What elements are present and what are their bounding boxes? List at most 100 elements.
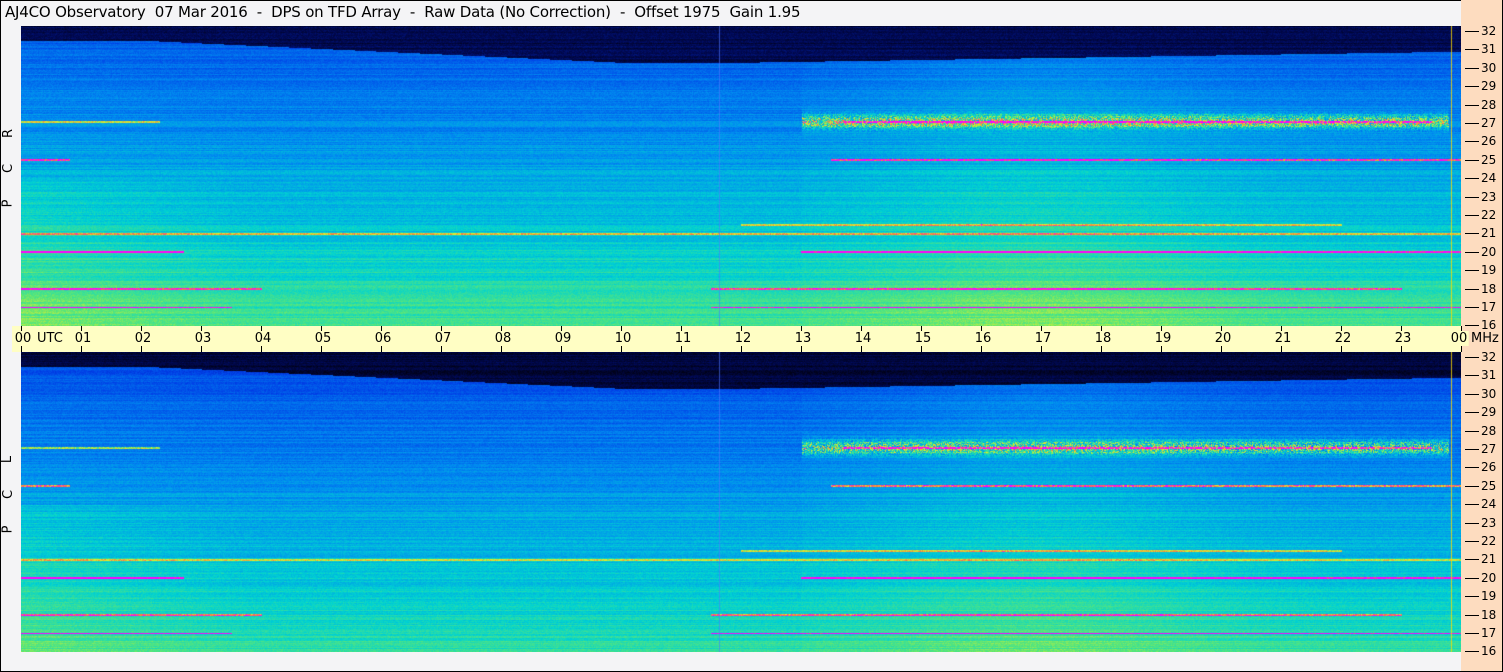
time-tick-label: 13: [793, 331, 813, 346]
freq-tick: [1465, 233, 1479, 235]
freq-tick-label: 16: [1481, 644, 1497, 659]
freq-tick-label: 18: [1481, 607, 1497, 622]
freq-tick-label: 30: [1481, 60, 1497, 75]
freq-tick: [1465, 251, 1479, 253]
freq-tick: [1465, 196, 1479, 198]
freq-tick: [1465, 577, 1479, 579]
freq-tick-label: 29: [1481, 405, 1497, 420]
time-tick-label: 00: [13, 331, 33, 346]
time-tick-label: 03: [193, 331, 213, 346]
freq-tick: [1465, 86, 1479, 88]
freq-tick-label: 28: [1481, 423, 1497, 438]
freq-tick: [1465, 123, 1479, 124]
freq-tick-label: 16: [1481, 318, 1497, 333]
freq-tick-label: 18: [1481, 281, 1497, 296]
freq-tick: [1465, 596, 1479, 598]
time-tick-label: 16: [973, 331, 993, 346]
freq-tick-label: 30: [1481, 386, 1497, 401]
freq-tick-label: 22: [1481, 208, 1497, 222]
freq-tick: [1465, 288, 1479, 290]
time-tick-label: 02: [133, 331, 153, 346]
freq-tick: [1465, 307, 1479, 308]
freq-tick: [1465, 651, 1479, 653]
freq-tick: [1465, 485, 1479, 487]
freq-tick: [1465, 375, 1479, 377]
freq-tick: [1465, 270, 1479, 272]
freq-tick: [1465, 215, 1479, 216]
freq-tick: [1465, 357, 1479, 358]
mhz-label: MHz: [1471, 331, 1499, 346]
freq-tick: [1465, 325, 1479, 327]
polarization-label: C: [1, 489, 17, 500]
time-axis: 00 01 02 03 04 05 06 07 08 09 10 11 12 13 14 15 16 17 18 19…: [12, 326, 1469, 352]
freq-tick-label: 17: [1481, 626, 1497, 640]
freq-tick-label: 20: [1481, 244, 1497, 259]
time-tick-label: 09: [553, 331, 573, 346]
freq-tick: [1465, 633, 1479, 634]
utc-label: UTC: [37, 331, 63, 346]
freq-tick-label: 27: [1481, 442, 1497, 456]
time-tick-label: 07: [433, 331, 453, 346]
freq-tick: [1465, 393, 1479, 395]
time-tick-label: 21: [1273, 331, 1293, 346]
freq-tick: [1465, 141, 1479, 143]
freq-tick-label: 24: [1481, 497, 1497, 512]
freq-tick: [1465, 178, 1479, 180]
freq-tick-label: 32: [1481, 350, 1497, 364]
time-tick-label: 18: [1093, 331, 1113, 346]
polarization-label: C: [1, 163, 17, 174]
freq-tick-label: 28: [1481, 97, 1497, 112]
time-tick-label: 17: [1033, 331, 1053, 346]
freq-tick: [1465, 449, 1479, 450]
freq-tick-label: 25: [1481, 478, 1497, 493]
freq-tick: [1465, 159, 1479, 161]
freq-tick-label: 17: [1481, 300, 1497, 314]
time-tick-label: 01: [73, 331, 93, 346]
freq-tick: [1465, 104, 1479, 106]
freq-tick: [1465, 559, 1479, 561]
freq-tick-label: 22: [1481, 534, 1497, 548]
freq-tick: [1465, 430, 1479, 432]
time-tick-label: 08: [493, 331, 513, 346]
time-tick-label: 23: [1393, 331, 1413, 346]
chart-title: AJ4CO Observatory 07 Mar 2016 - DPS on T…: [5, 3, 801, 21]
time-tick-label: 15: [913, 331, 933, 346]
time-tick-label: 14: [853, 331, 873, 346]
rcp-spectrogram: [21, 26, 1461, 326]
time-tick-label: 12: [733, 331, 753, 346]
polarization-label: P: [0, 525, 16, 534]
freq-tick-label: 19: [1481, 263, 1497, 278]
time-tick-label: 20: [1213, 331, 1233, 346]
freq-tick-label: 31: [1481, 368, 1497, 383]
freq-tick: [1465, 31, 1479, 32]
freq-tick: [1465, 504, 1479, 506]
freq-tick: [1465, 541, 1479, 542]
time-tick-label: 04: [253, 331, 273, 346]
freq-tick-label: 20: [1481, 570, 1497, 585]
polarization-label: P: [0, 199, 16, 208]
time-tick-label: 06: [373, 331, 393, 346]
freq-tick-label: 27: [1481, 116, 1497, 130]
freq-tick-label: 23: [1481, 515, 1497, 530]
freq-tick-label: 24: [1481, 171, 1497, 186]
time-tick-label: 00: [1449, 331, 1469, 346]
freq-tick-label: 29: [1481, 79, 1497, 94]
time-tick-label: 10: [613, 331, 633, 346]
freq-tick: [1465, 467, 1479, 469]
freq-tick: [1465, 522, 1479, 524]
freq-tick-label: 31: [1481, 42, 1497, 57]
freq-tick-label: 21: [1481, 226, 1497, 241]
polarization-label: R: [1, 128, 17, 139]
time-tick-label: 05: [313, 331, 333, 346]
freq-tick: [1465, 614, 1479, 616]
freq-tick-label: 26: [1481, 134, 1497, 149]
freq-tick: [1465, 49, 1479, 51]
time-tick-label: 19: [1153, 331, 1173, 346]
freq-tick-label: 32: [1481, 24, 1497, 38]
polarization-label: L: [0, 455, 16, 464]
lcp-spectrogram: [21, 352, 1461, 652]
freq-tick-label: 23: [1481, 189, 1497, 204]
freq-tick-label: 19: [1481, 589, 1497, 604]
freq-tick-label: 21: [1481, 552, 1497, 567]
freq-tick: [1465, 67, 1479, 69]
